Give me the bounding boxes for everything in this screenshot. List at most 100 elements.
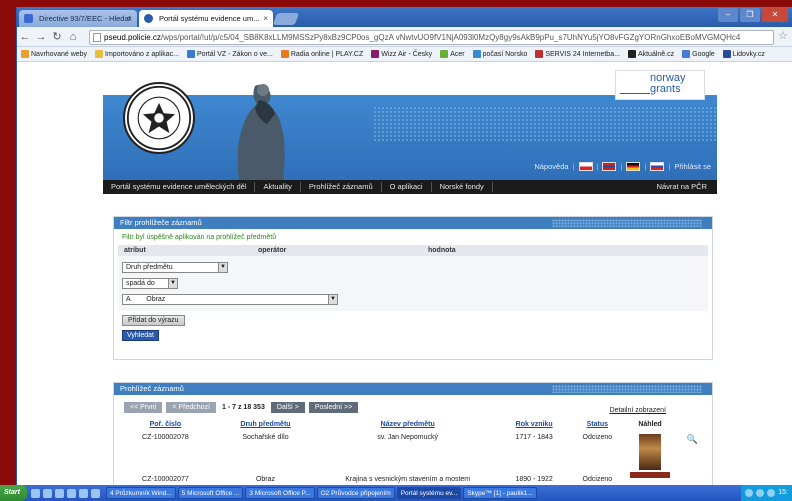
czech-flag-icon[interactable] bbox=[578, 162, 593, 171]
bookmark-item[interactable]: Lidovky.cz bbox=[722, 50, 765, 58]
bookmark-item[interactable]: Acer bbox=[440, 50, 465, 58]
preview-thumbnail[interactable] bbox=[630, 472, 670, 478]
bookmark-item[interactable]: Radia online | PLAY.CZ bbox=[280, 50, 363, 58]
bookmark-label: Importováno z aplikac... bbox=[105, 50, 179, 58]
bookmark-item[interactable]: Portál VZ - Zákon o ve... bbox=[186, 50, 273, 58]
quicklaunch-icon[interactable] bbox=[42, 488, 52, 498]
header-dots-pattern bbox=[552, 385, 702, 393]
clock[interactable]: 15: bbox=[778, 485, 788, 501]
quicklaunch-icon[interactable] bbox=[54, 488, 64, 498]
header-dots-pattern bbox=[373, 106, 717, 142]
quicklaunch-icon[interactable] bbox=[78, 488, 88, 498]
taskbar-item-office-p[interactable]: 3 Microsoft Office P... bbox=[245, 487, 315, 499]
bookmark-item[interactable]: počasí Norsko bbox=[472, 50, 528, 58]
column-header-preview: Náhled bbox=[638, 421, 662, 428]
previous-page-button[interactable]: < Předchozí bbox=[166, 402, 217, 413]
start-button[interactable]: Start bbox=[0, 485, 27, 501]
bookmark-label: Lidovky.cz bbox=[732, 50, 765, 58]
forward-icon[interactable]: → bbox=[33, 31, 49, 43]
nav-item-about[interactable]: O aplikaci bbox=[382, 182, 432, 192]
nav-item-record-browser[interactable]: Prohlížeč záznamů bbox=[301, 182, 382, 192]
operator-select[interactable]: spadá do ▼ bbox=[122, 278, 178, 289]
table-header-row: Poř. číslo Druh předmětu Název předmětu … bbox=[118, 419, 708, 430]
statue-photo bbox=[237, 84, 285, 180]
nav-item-back-to-police[interactable]: Návrat na PČR bbox=[657, 182, 707, 191]
taskbar-item-skype[interactable]: Skype™ [1] - paulik1... bbox=[463, 487, 537, 499]
preview-thumbnail[interactable] bbox=[639, 434, 661, 470]
minimize-icon[interactable]: – bbox=[718, 8, 738, 22]
bookmark-item[interactable]: Wizz Air - Česky bbox=[371, 50, 432, 58]
bookmark-icon bbox=[472, 50, 481, 58]
add-to-expression-button[interactable]: Přidat do výrazu bbox=[122, 315, 185, 326]
close-tab-icon[interactable]: × bbox=[263, 10, 268, 27]
nav-item-portal[interactable]: Portál systému evidence uměleckých děl bbox=[103, 182, 256, 192]
bookmark-icon bbox=[21, 50, 29, 58]
column-header-year[interactable]: Rok vzniku bbox=[497, 419, 571, 430]
reload-icon[interactable]: ↻ bbox=[49, 30, 65, 43]
nav-item-norway-funds[interactable]: Norské fondy bbox=[432, 182, 493, 192]
taskbar-item-portal[interactable]: Portál systému ev... bbox=[396, 487, 462, 499]
detail-view-link[interactable]: Detailní zobrazení bbox=[610, 407, 666, 414]
norway-grants-logo[interactable]: norway grants bbox=[615, 70, 705, 100]
cell-preview bbox=[624, 430, 677, 470]
first-page-button[interactable]: << První bbox=[124, 402, 163, 413]
column-header-type[interactable]: Druh předmětu bbox=[213, 419, 318, 430]
results-panel-header: Prohlížeč záznamů bbox=[114, 383, 712, 395]
back-icon[interactable]: ← bbox=[17, 31, 33, 43]
cell-type: Obraz bbox=[255, 476, 276, 483]
cell-year: 1890 - 1922 bbox=[515, 476, 553, 483]
quicklaunch-icon[interactable] bbox=[30, 488, 40, 498]
taskbar-item-explorer[interactable]: 4 Průzkumník Wind... bbox=[105, 487, 176, 499]
taskbar-item-office[interactable]: 5 Microsoft Office ... bbox=[177, 487, 244, 499]
new-tab-button[interactable] bbox=[272, 13, 300, 25]
cell-number: CZ-100002077 bbox=[142, 476, 189, 483]
bookmark-item[interactable]: SERVIS 24 Internetba... bbox=[535, 50, 620, 58]
home-icon[interactable]: ⌂ bbox=[65, 31, 81, 43]
bookmark-item[interactable]: Navrhované weby bbox=[21, 50, 87, 58]
header-links: Nápověda | | | | | Přihlásit se bbox=[534, 162, 711, 171]
uk-flag-icon[interactable] bbox=[602, 162, 617, 171]
help-link[interactable]: Nápověda bbox=[534, 162, 568, 171]
column-header-name[interactable]: Název předmětu bbox=[318, 419, 497, 430]
german-flag-icon[interactable] bbox=[626, 162, 641, 171]
bookmark-label: Aktuálně.cz bbox=[637, 50, 675, 58]
tray-icon[interactable] bbox=[767, 489, 776, 497]
bookmark-label: počasí Norsko bbox=[482, 50, 528, 58]
quicklaunch-icon[interactable] bbox=[66, 488, 76, 498]
table-row[interactable]: CZ-100002077 Obraz Krajina s vesnickým s… bbox=[118, 470, 708, 483]
column-header-number[interactable]: Poř. číslo bbox=[118, 419, 213, 430]
search-button[interactable]: Vyhledat bbox=[122, 330, 159, 341]
tab-portal[interactable]: Portál systému evidence um... × bbox=[139, 10, 273, 27]
results-panel-title: Prohlížeč záznamů bbox=[120, 384, 184, 393]
table-row[interactable]: CZ-100002078 Sochařské dílo sv. Jan Nepo… bbox=[118, 430, 708, 470]
bookmark-star-icon[interactable]: ☆ bbox=[778, 29, 788, 42]
header-operator: operátor bbox=[258, 247, 287, 254]
nav-item-news[interactable]: Aktuality bbox=[255, 182, 301, 192]
tab-directive[interactable]: Directive 93/7/EEC - Hledat × bbox=[19, 10, 137, 27]
tray-icon[interactable] bbox=[756, 489, 765, 497]
bookmark-item[interactable]: Importováno z aplikac... bbox=[95, 50, 179, 58]
magnifier-icon[interactable]: 🔍 bbox=[687, 434, 698, 444]
bookmarks-bar: Navrhované weby Importováno z aplikac...… bbox=[17, 47, 792, 62]
bookmark-item[interactable]: Google bbox=[682, 50, 715, 58]
close-tab-icon[interactable]: × bbox=[127, 10, 132, 27]
login-link[interactable]: Přihlásit se bbox=[674, 162, 711, 171]
bookmark-label: SERVIS 24 Internetba... bbox=[545, 50, 620, 58]
taskbar-item-o2[interactable]: O2 Průvodce připojením bbox=[316, 487, 395, 499]
attribute-select[interactable]: Druh předmětu ▼ bbox=[122, 262, 228, 273]
results-count: 1 - 7 z 18 353 bbox=[222, 404, 265, 411]
address-bar[interactable]: pseud.policie.cz/wps/portal/!ut/p/c5/04_… bbox=[89, 30, 774, 45]
tray-icon[interactable] bbox=[745, 489, 754, 497]
close-window-icon[interactable]: ✕ bbox=[762, 8, 788, 22]
next-page-button[interactable]: Další > bbox=[270, 402, 305, 413]
police-seal-logo[interactable] bbox=[123, 82, 195, 154]
column-header-status[interactable]: Status bbox=[571, 419, 624, 430]
quicklaunch-icon[interactable] bbox=[90, 488, 100, 498]
cell-zoom bbox=[676, 470, 708, 483]
bookmark-item[interactable]: Aktuálně.cz bbox=[627, 50, 675, 58]
bookmark-label: Acer bbox=[450, 50, 465, 58]
value-select[interactable]: A Obraz ▼ bbox=[122, 294, 338, 305]
maximize-icon[interactable]: ❐ bbox=[740, 8, 760, 22]
last-page-button[interactable]: Poslední >> bbox=[308, 402, 359, 413]
russian-flag-icon[interactable] bbox=[650, 162, 665, 171]
